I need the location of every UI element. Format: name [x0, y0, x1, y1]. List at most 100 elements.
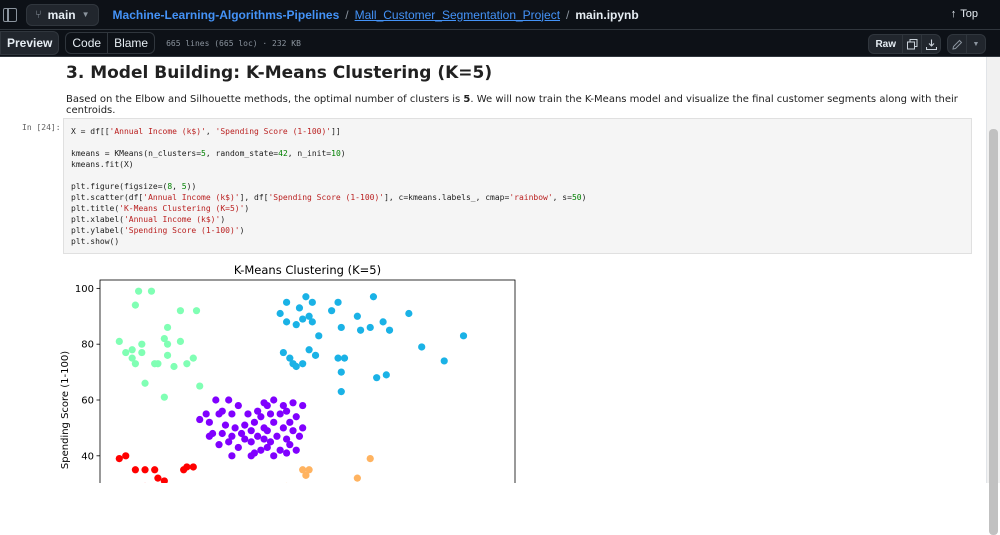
scatter-point-red	[141, 466, 148, 473]
scatter-point-blue	[299, 315, 306, 322]
scatter-point-purple	[267, 410, 274, 417]
scatter-point-purple	[232, 424, 239, 431]
scatter-point-purple	[219, 408, 226, 415]
scatter-point-blue	[338, 368, 345, 375]
scatter-point-red	[116, 455, 123, 462]
top-link[interactable]: ↑ Top	[951, 8, 978, 20]
scatter-point-blue	[405, 310, 412, 317]
scrollbar[interactable]	[986, 57, 1000, 483]
scatter-point-green	[141, 380, 148, 387]
scatter-point-purple	[270, 419, 277, 426]
scatter-point-blue	[357, 327, 364, 334]
scatter-point-purple	[241, 422, 248, 429]
scatter-point-blue	[283, 318, 290, 325]
code-line: plt.xlabel('Annual Income (k$)')	[71, 215, 225, 224]
code-cell: X = df[['Annual Income (k$)', 'Spending …	[63, 118, 972, 254]
scatter-point-purple	[228, 433, 235, 440]
breadcrumb: Machine-Learning-Algorithms-Pipelines / …	[113, 8, 639, 22]
scatter-point-green	[116, 338, 123, 345]
chevron-down-icon[interactable]: ▼	[967, 35, 985, 53]
preview-button[interactable]: Preview	[0, 31, 59, 55]
scatter-point-green	[193, 307, 200, 314]
code-button[interactable]: Code	[66, 33, 107, 53]
scatter-point-blue	[441, 357, 448, 364]
scatter-point-purple	[228, 452, 235, 459]
scatter-point-blue	[293, 363, 300, 370]
top-link-label: Top	[960, 8, 978, 20]
code-blame-group: Code Blame	[65, 32, 155, 54]
scatter-point-purple	[257, 413, 264, 420]
branch-selector-button[interactable]: ⑂ main ▼	[26, 4, 99, 26]
scatter-point-purple	[235, 444, 242, 451]
scatter-point-purple	[244, 410, 251, 417]
scatter-point-blue	[386, 327, 393, 334]
scatter-point-red	[122, 452, 129, 459]
scatter-point-purple	[289, 427, 296, 434]
scatter-point-blue	[309, 299, 316, 306]
scatter-point-green	[177, 307, 184, 314]
scatter-point-purple	[251, 449, 258, 456]
scatter-point-purple	[277, 447, 284, 454]
scatter-point-purple	[299, 402, 306, 409]
scatter-point-green	[138, 341, 145, 348]
scatter-point-purple	[203, 410, 210, 417]
scatter-point-purple	[235, 402, 242, 409]
file-toolbar: Preview Code Blame 665 lines (665 loc) ·…	[0, 30, 1000, 57]
section-heading: 3. Model Building: K-Means Clustering (K…	[66, 63, 492, 83]
scatter-point-blue	[334, 299, 341, 306]
input-prompt: In [24]:	[22, 123, 61, 132]
scatter-point-purple	[219, 430, 226, 437]
scatter-point-blue	[315, 332, 322, 339]
pencil-icon[interactable]	[948, 35, 966, 53]
blame-button[interactable]: Blame	[108, 33, 154, 53]
scatter-point-blue	[280, 349, 287, 356]
markdown-paragraph: Based on the Elbow and Silhouette method…	[66, 94, 966, 116]
scatter-plot: K-Means Clustering (K=5)20406080100Spend…	[55, 262, 535, 483]
scatter-point-purple	[209, 430, 216, 437]
scatter-point-purple	[293, 413, 300, 420]
scatter-point-purple	[254, 433, 261, 440]
scatter-point-purple	[296, 433, 303, 440]
scatter-point-purple	[251, 419, 258, 426]
scatter-point-green	[138, 349, 145, 356]
scatter-point-blue	[338, 388, 345, 395]
sidebar-toggle-icon[interactable]	[3, 8, 17, 22]
scrollbar-thumb[interactable]	[989, 129, 998, 535]
scatter-point-red	[132, 466, 139, 473]
scatter-point-blue	[341, 355, 348, 362]
code-line: plt.ylabel('Spending Score (1-100)')	[71, 226, 244, 235]
scatter-point-green	[132, 360, 139, 367]
breadcrumb-separator: /	[345, 8, 348, 22]
scatter-point-purple	[212, 396, 219, 403]
paragraph-text: Based on the Elbow and Silhouette method…	[66, 94, 463, 105]
scatter-point-orange	[354, 475, 361, 482]
scatter-point-green	[132, 302, 139, 309]
raw-actions-group: Raw	[868, 34, 941, 54]
scatter-point-green	[154, 360, 161, 367]
breadcrumb-repo-link[interactable]: Machine-Learning-Algorithms-Pipelines	[113, 8, 340, 22]
raw-button[interactable]: Raw	[869, 35, 902, 53]
code-line: plt.title('K-Means Clustering (K=5)')	[71, 204, 249, 213]
breadcrumb-separator: /	[566, 8, 569, 22]
scatter-point-red	[151, 466, 158, 473]
download-icon[interactable]	[922, 35, 940, 53]
code-line: kmeans = KMeans(n_clusters=5, random_sta…	[71, 149, 346, 158]
scatter-point-blue	[334, 355, 341, 362]
scatter-point-green	[135, 288, 142, 295]
scatter-point-red	[190, 463, 197, 470]
scatter-point-purple	[222, 422, 229, 429]
scatter-point-blue	[338, 324, 345, 331]
code-line: X = df[['Annual Income (k$)', 'Spending …	[71, 127, 341, 136]
scatter-point-green	[161, 394, 168, 401]
y-axis-label: Spending Score (1-100)	[60, 351, 71, 469]
breadcrumb-folder-link[interactable]: Mall_Customer_Segmentation_Project	[355, 8, 560, 22]
branch-name: main	[48, 8, 76, 22]
copy-icon[interactable]	[903, 35, 921, 53]
scatter-point-green	[129, 346, 136, 353]
scatter-point-purple	[206, 419, 213, 426]
scatter-point-purple	[286, 441, 293, 448]
scatter-point-green	[183, 360, 190, 367]
scatter-point-blue	[367, 324, 374, 331]
scatter-point-orange	[367, 455, 374, 462]
scatter-point-purple	[293, 447, 300, 454]
